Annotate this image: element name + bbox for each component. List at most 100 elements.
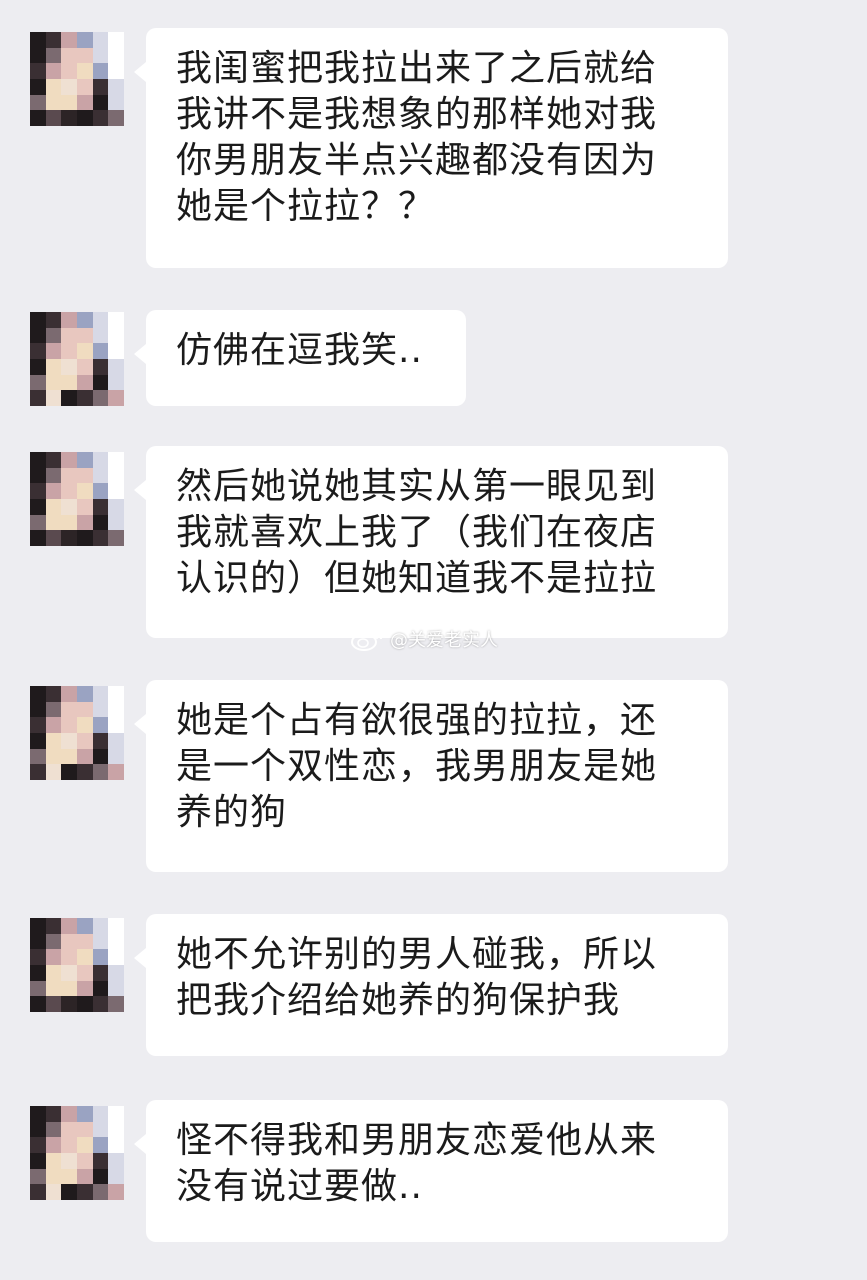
avatar-pixel <box>92 94 109 111</box>
avatar-pixel <box>108 499 124 515</box>
message-bubble-5[interactable]: 她不允许别的男人碰我，所以 把我介绍给她养的狗保护我 <box>134 914 728 1056</box>
avatar-pixel <box>61 996 77 1012</box>
avatar-pixel <box>92 47 109 64</box>
avatar-pixel <box>61 764 77 780</box>
avatar[interactable] <box>30 686 124 780</box>
avatar-pixel <box>61 1153 77 1169</box>
avatar-pixel <box>45 79 62 95</box>
avatar-pixel <box>77 32 93 48</box>
avatar-pixel <box>30 686 46 702</box>
avatar-pixel <box>108 1137 124 1153</box>
message-bubble-1[interactable]: 我闺蜜把我拉出来了之后就给 我讲不是我想象的那样她对我 你男朋友半点兴趣都没有因… <box>134 28 728 268</box>
avatar-pixel <box>92 717 109 733</box>
avatar-pixel <box>77 483 93 499</box>
avatar-pixel <box>30 483 46 499</box>
avatar-pixel <box>30 530 46 546</box>
message-bubble-6[interactable]: 怪不得我和男朋友恋爱他从来 没有说过要做.. <box>134 1100 728 1242</box>
avatar-pixel <box>77 79 93 95</box>
avatar-pixel <box>61 514 77 531</box>
avatar-pixel <box>92 63 109 79</box>
avatar-pixel <box>45 733 62 749</box>
avatar-pixel <box>45 748 62 765</box>
avatar[interactable] <box>30 1106 124 1200</box>
avatar-pixel <box>77 980 93 997</box>
avatar-pixel <box>108 701 124 718</box>
avatar-pixel <box>61 499 77 515</box>
avatar-pixel <box>92 748 109 765</box>
avatar-pixel <box>61 1168 77 1185</box>
avatar-pixel <box>108 965 124 981</box>
avatar-pixel <box>61 467 77 484</box>
avatar-pixel <box>77 933 93 950</box>
avatar-pixel <box>61 733 77 749</box>
avatar-pixel <box>45 514 62 531</box>
avatar-pixel <box>30 701 46 718</box>
avatar-pixel <box>45 32 62 48</box>
avatar-pixel <box>77 717 93 733</box>
message-bubble-2[interactable]: 仿佛在逗我笑.. <box>134 310 466 406</box>
avatar-pixel <box>61 918 77 934</box>
avatar-pixel <box>45 343 62 359</box>
avatar-pixel <box>61 1184 77 1200</box>
avatar-pixel <box>108 1153 124 1169</box>
avatar-pixel <box>108 717 124 733</box>
avatar-pixel <box>30 1184 46 1200</box>
avatar-pixel <box>92 530 109 546</box>
avatar-pixel <box>61 452 77 468</box>
avatar-pixel <box>61 949 77 965</box>
avatar-pixel <box>92 79 109 95</box>
avatar-pixel <box>45 764 62 780</box>
avatar-pixel <box>108 110 124 126</box>
avatar-pixel <box>30 1106 46 1122</box>
avatar-pixel <box>45 933 62 950</box>
avatar-pixel <box>45 47 62 64</box>
avatar-pixel <box>108 764 124 780</box>
avatar-pixel <box>30 390 46 406</box>
avatar-pixel <box>45 686 62 702</box>
avatar[interactable] <box>30 312 124 406</box>
avatar-pixel <box>77 359 93 375</box>
avatar-pixel <box>108 94 124 111</box>
avatar-pixel <box>77 1137 93 1153</box>
avatar-pixel <box>61 980 77 997</box>
avatar-pixel <box>77 701 93 718</box>
avatar-pixel <box>30 312 46 328</box>
avatar-pixel <box>77 374 93 391</box>
avatar-pixel <box>108 47 124 64</box>
avatar-pixel <box>77 748 93 765</box>
avatar-pixel <box>92 327 109 344</box>
watermark: @关爱老实人 <box>350 626 498 652</box>
avatar-pixel <box>92 390 109 406</box>
avatar-pixel <box>77 1184 93 1200</box>
avatar-pixel <box>108 63 124 79</box>
avatar-pixel <box>92 467 109 484</box>
avatar-pixel <box>108 1106 124 1122</box>
avatar-pixel <box>45 996 62 1012</box>
avatar-pixel <box>61 686 77 702</box>
avatar-pixel <box>108 343 124 359</box>
avatar-pixel <box>61 110 77 126</box>
avatar-pixel <box>45 499 62 515</box>
avatar-pixel <box>30 374 46 391</box>
avatar-pixel <box>92 764 109 780</box>
avatar-pixel <box>77 452 93 468</box>
avatar-pixel <box>92 701 109 718</box>
avatar-pixel <box>45 530 62 546</box>
avatar-pixel <box>30 499 46 515</box>
avatar-pixel <box>30 1137 46 1153</box>
avatar[interactable] <box>30 452 124 546</box>
message-bubble-4[interactable]: 她是个占有欲很强的拉拉，还 是一个双性恋，我男朋友是她 养的狗 <box>134 680 728 872</box>
avatar-pixel <box>108 530 124 546</box>
message-bubble-3[interactable]: 然后她说她其实从第一眼见到 我就喜欢上我了（我们在夜店 认识的）但她知道我不是拉… <box>134 446 728 638</box>
avatar-pixel <box>30 918 46 934</box>
avatar[interactable] <box>30 32 124 126</box>
avatar-pixel <box>92 1121 109 1138</box>
avatar-pixel <box>30 32 46 48</box>
avatar[interactable] <box>30 918 124 1012</box>
avatar-pixel <box>108 514 124 531</box>
avatar-pixel <box>77 965 93 981</box>
avatar-pixel <box>61 79 77 95</box>
avatar-pixel <box>92 1106 109 1122</box>
avatar-pixel <box>92 933 109 950</box>
avatar-pixel <box>77 514 93 531</box>
